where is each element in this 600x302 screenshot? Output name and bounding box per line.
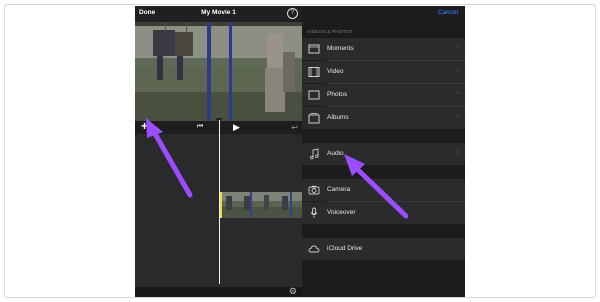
media-browser-panel: Cancel VIDEOS & PHOTOS Moments › Video ›… (302, 6, 465, 297)
moments-icon (308, 44, 320, 54)
menu-item-label: Albums (327, 114, 349, 121)
section-title: VIDEOS & PHOTOS (307, 30, 353, 35)
cloud-icon (308, 245, 320, 253)
camera-icon (308, 185, 320, 195)
photo-icon (308, 90, 320, 100)
chevron-right-icon: › (456, 44, 459, 51)
menu-item-label: Audio (327, 150, 344, 157)
play-icon[interactable]: ▶ (233, 122, 240, 133)
albums-icon (308, 113, 320, 124)
playhead-line[interactable] (219, 120, 220, 284)
chevron-right-icon: › (456, 67, 459, 74)
video-preview (135, 22, 302, 121)
menu-item-label: Voiceover (327, 209, 356, 216)
menu-item-label: iCloud Drive (327, 245, 363, 252)
menu-item-label: Video (327, 68, 344, 75)
timeline-video-clip[interactable] (220, 192, 302, 218)
menu-item-label: Moments (327, 45, 354, 52)
project-title: My Movie 1 (201, 9, 236, 16)
menu-item-video[interactable]: Video › (302, 61, 465, 83)
chevron-right-icon: › (456, 90, 459, 97)
project-settings-icon[interactable]: ⚙ (289, 286, 297, 297)
add-media-button[interactable]: + (141, 119, 148, 133)
menu-item-label: Photos (327, 91, 348, 98)
menu-item-albums[interactable]: Albums › (302, 107, 465, 129)
menu-item-voiceover[interactable]: Voiceover (302, 202, 465, 224)
menu-item-icloud-drive[interactable]: iCloud Drive (302, 238, 465, 260)
menu-item-moments[interactable]: Moments › (302, 38, 465, 60)
music-note-icon (310, 148, 319, 160)
undo-icon[interactable]: ↩ (291, 123, 298, 132)
chevron-right-icon: › (456, 149, 459, 156)
skip-back-icon[interactable]: ⏮ (197, 123, 203, 131)
cancel-button[interactable]: Cancel (438, 9, 458, 16)
help-icon[interactable]: ? (287, 8, 298, 19)
menu-item-label: Camera (327, 186, 351, 193)
movie-editor-panel: Done My Movie 1 ? + ⏮ ▶ ↩ ⚙ (135, 6, 302, 297)
microphone-icon (310, 207, 318, 218)
chevron-right-icon: › (456, 113, 459, 120)
editor-top-bar: Done My Movie 1 ? (135, 6, 302, 22)
menu-item-camera[interactable]: Camera (302, 179, 465, 201)
editor-bottom-bar: ⚙ (135, 286, 302, 297)
film-icon (308, 67, 320, 77)
menu-item-photos[interactable]: Photos › (302, 84, 465, 106)
menu-item-audio[interactable]: Audio › (302, 143, 465, 165)
